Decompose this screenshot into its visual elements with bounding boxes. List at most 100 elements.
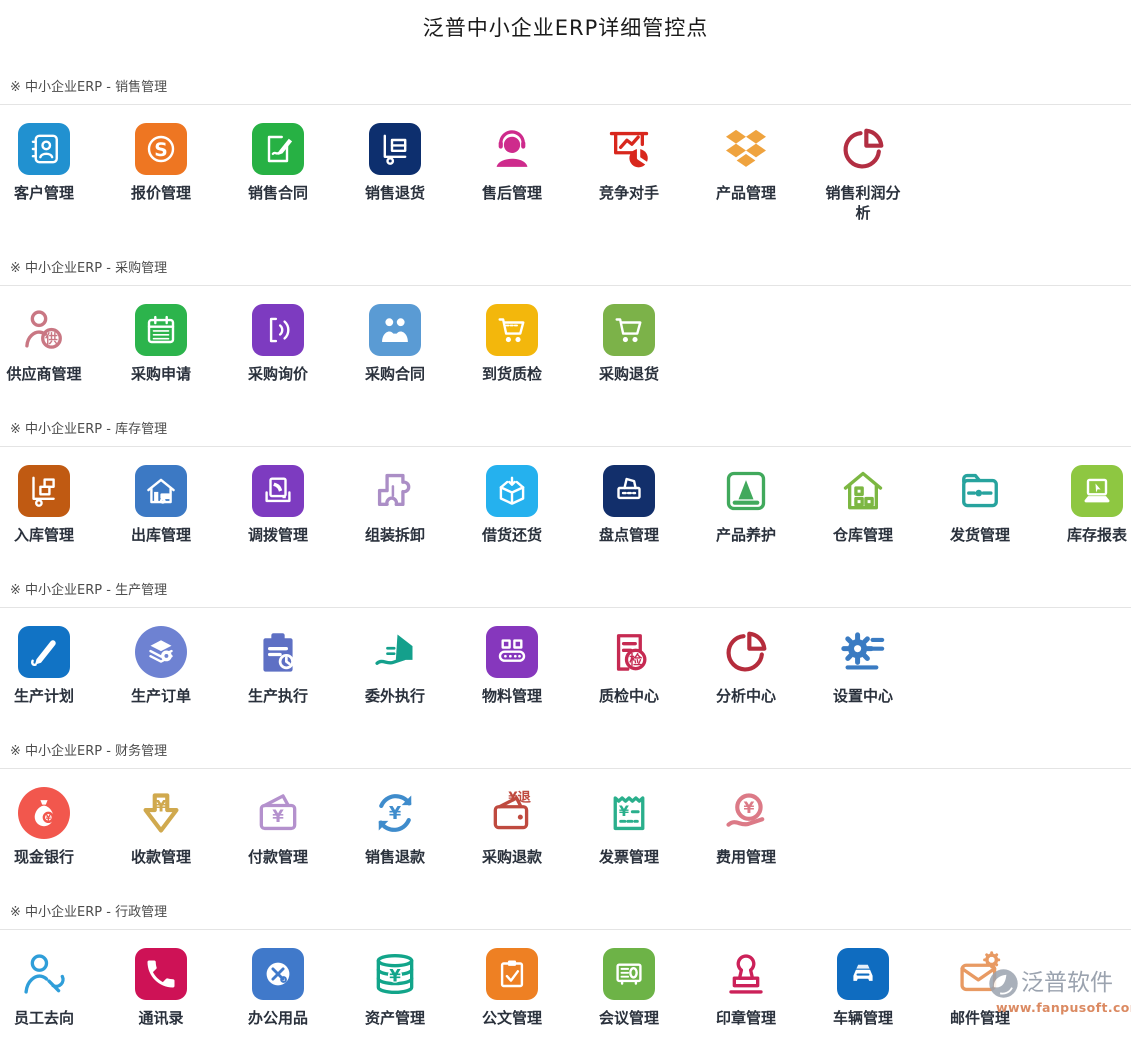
erp-module-item[interactable]: ¥ 发票管理 — [585, 787, 673, 867]
erp-module-item[interactable]: 入库管理 — [0, 465, 88, 545]
module-label: 组装拆卸 — [365, 525, 425, 545]
module-label: 仓库管理 — [833, 525, 893, 545]
module-label: 采购询价 — [248, 364, 308, 384]
erp-module-item[interactable]: ¥ 付款管理 — [234, 787, 322, 867]
erp-module-item[interactable]: 生产订单 — [117, 626, 205, 706]
headset-person-icon — [486, 123, 538, 175]
svg-text:供: 供 — [44, 331, 58, 346]
erp-module-item[interactable]: 员工去向 — [0, 948, 88, 1028]
wallet-refund-icon: ¥退 — [486, 787, 538, 839]
erp-module-item[interactable]: 生产计划 — [0, 626, 88, 706]
pie-chart-icon — [720, 626, 772, 678]
page-title: 泛普中小企业ERP详细管控点 — [0, 12, 1131, 42]
module-label: 分析中心 — [716, 686, 776, 706]
erp-module-item[interactable]: 设置中心 — [819, 626, 907, 706]
erp-module-item[interactable]: 竞争对手 — [585, 123, 673, 223]
cars-icon — [837, 948, 889, 1000]
erp-module-item[interactable]: 到货质检 — [468, 304, 556, 384]
open-box-icon — [720, 123, 772, 175]
module-label: 采购退货 — [599, 364, 659, 384]
module-label: 生产计划 — [14, 686, 74, 706]
erp-module-item[interactable]: ¥ 销售退款 — [351, 787, 439, 867]
svg-text:检: 检 — [629, 653, 642, 669]
person-wrench-icon — [18, 948, 70, 1000]
erp-module-item[interactable]: 采购退货 — [585, 304, 673, 384]
erp-module-item[interactable]: 检 质检中心 — [585, 626, 673, 706]
section-row: 生产计划 生产订单 生产执行 委外执行 物料管理 检 质检中心 分析中心 设置中… — [0, 608, 1131, 722]
erp-module-item[interactable]: 生产执行 — [234, 626, 322, 706]
erp-module-item[interactable]: 销售利润分析 — [819, 123, 907, 223]
module-label: 产品养护 — [716, 525, 776, 545]
erp-module-item[interactable]: 销售合同 — [234, 123, 322, 223]
module-label: 竞争对手 — [599, 183, 659, 203]
erp-module-item[interactable]: 销售退货 — [351, 123, 439, 223]
erp-module-item[interactable]: 印章管理 — [702, 948, 790, 1028]
erp-section: ※ 中小企业ERP - 行政管理 员工去向 通讯录 办公用品 ¥ 资产管理 公文… — [0, 883, 1131, 1044]
section-row: 员工去向 通讯录 办公用品 ¥ 资产管理 公文管理 会议管理 印章管理 车辆管理… — [0, 930, 1131, 1044]
address-book-icon — [18, 123, 70, 175]
module-label: 销售合同 — [248, 183, 308, 203]
erp-module-item[interactable]: 产品管理 — [702, 123, 790, 223]
erp-module-item[interactable]: 仓库管理 — [819, 465, 907, 545]
erp-module-item[interactable]: 调拨管理 — [234, 465, 322, 545]
module-label: 印章管理 — [716, 1008, 776, 1028]
erp-module-item[interactable]: ¥ 现金银行 — [0, 787, 88, 867]
inbound-trolley-icon — [18, 465, 70, 517]
refresh-yen-icon: ¥ — [369, 787, 421, 839]
phonebook-icon — [135, 948, 187, 1000]
gear-settings-icon — [837, 626, 889, 678]
erp-module-item[interactable]: 库存报表 — [1053, 465, 1131, 545]
svg-text:¥退: ¥退 — [508, 789, 531, 805]
erp-module-item[interactable]: 盘点管理 — [585, 465, 673, 545]
quote-s-icon: S — [135, 123, 187, 175]
erp-module-item[interactable]: 采购询价 — [234, 304, 322, 384]
erp-module-item[interactable]: 售后管理 — [468, 123, 556, 223]
module-label: 供应商管理 — [6, 364, 81, 384]
erp-module-item[interactable]: ¥ 资产管理 — [351, 948, 439, 1028]
erp-module-item[interactable]: 客户管理 — [0, 123, 88, 223]
svg-text:¥: ¥ — [389, 967, 401, 986]
erp-module-item[interactable]: ¥ 收款管理 — [117, 787, 205, 867]
erp-module-item[interactable]: 公文管理 — [468, 948, 556, 1028]
module-label: 通讯录 — [138, 1008, 183, 1028]
watermark-brand: 泛普软件 — [1021, 972, 1113, 995]
arrow-down-yen-icon: ¥ — [135, 787, 187, 839]
module-label: 采购合同 — [365, 364, 425, 384]
section-row: 入库管理 出库管理 调拨管理 组装拆卸 借货还货 盘点管理 产品养护 仓库管理 … — [0, 447, 1131, 561]
module-label: 盘点管理 — [599, 525, 659, 545]
module-label: 售后管理 — [482, 183, 542, 203]
module-label: 销售利润分析 — [819, 183, 907, 223]
module-label: 会议管理 — [599, 1008, 659, 1028]
erp-module-item[interactable]: 物料管理 — [468, 626, 556, 706]
section-title: ※ 中小企业ERP - 库存管理 — [0, 400, 1131, 446]
section-title: ※ 中小企业ERP - 生产管理 — [0, 561, 1131, 607]
erp-module-item[interactable]: 发货管理 — [936, 465, 1024, 545]
supplier-person-icon: 供 — [18, 304, 70, 356]
erp-module-item[interactable]: 通讯录 — [117, 948, 205, 1028]
erp-module-item[interactable]: 产品养护 — [702, 465, 790, 545]
erp-module-item[interactable]: 办公用品 — [234, 948, 322, 1028]
erp-module-item[interactable]: 会议管理 — [585, 948, 673, 1028]
pen-plan-icon — [18, 626, 70, 678]
section-title: ※ 中小企业ERP - 采购管理 — [0, 239, 1131, 285]
erp-module-item[interactable]: 出库管理 — [117, 465, 205, 545]
erp-module-item[interactable]: 车辆管理 — [819, 948, 907, 1028]
erp-module-item[interactable]: 采购申请 — [117, 304, 205, 384]
module-label: 销售退货 — [365, 183, 425, 203]
laptop-cursor-icon — [1071, 465, 1123, 517]
fanpu-logo-icon — [988, 968, 1019, 999]
erp-module-item[interactable]: ¥ 费用管理 — [702, 787, 790, 867]
erp-module-item[interactable]: 借货还货 — [468, 465, 556, 545]
erp-module-item[interactable]: 分析中心 — [702, 626, 790, 706]
erp-module-item[interactable]: 采购合同 — [351, 304, 439, 384]
module-label: 收款管理 — [131, 847, 191, 867]
box-unpack-icon — [486, 465, 538, 517]
erp-module-item[interactable]: 供 供应商管理 — [0, 304, 88, 384]
erp-module-item[interactable]: 组装拆卸 — [351, 465, 439, 545]
erp-module-item[interactable]: S 报价管理 — [117, 123, 205, 223]
contract-pen-icon — [252, 123, 304, 175]
erp-module-item[interactable]: 委外执行 — [351, 626, 439, 706]
module-label: 出库管理 — [131, 525, 191, 545]
conveyor-icon — [486, 626, 538, 678]
erp-module-item[interactable]: ¥退 采购退款 — [468, 787, 556, 867]
